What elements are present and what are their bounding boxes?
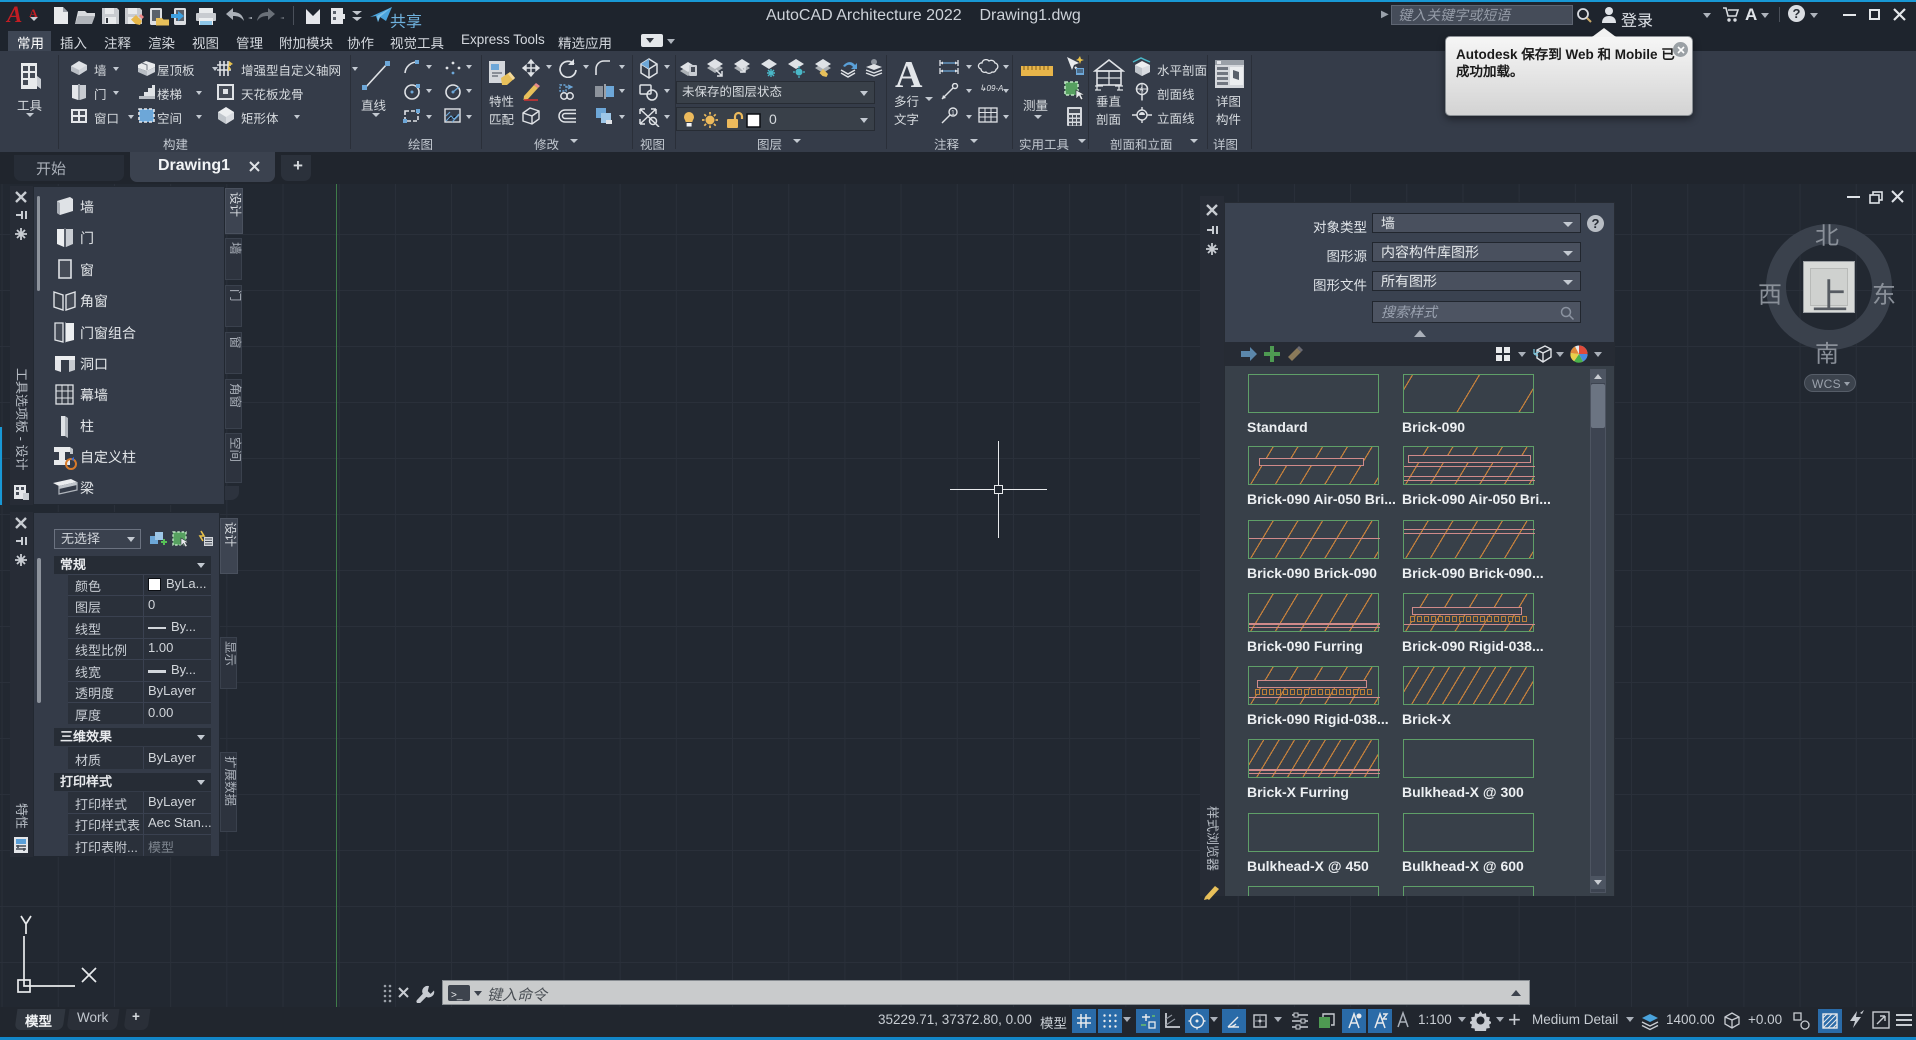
svg-text:1: 1 bbox=[951, 110, 955, 117]
svg-text:A: A bbox=[1140, 88, 1144, 94]
